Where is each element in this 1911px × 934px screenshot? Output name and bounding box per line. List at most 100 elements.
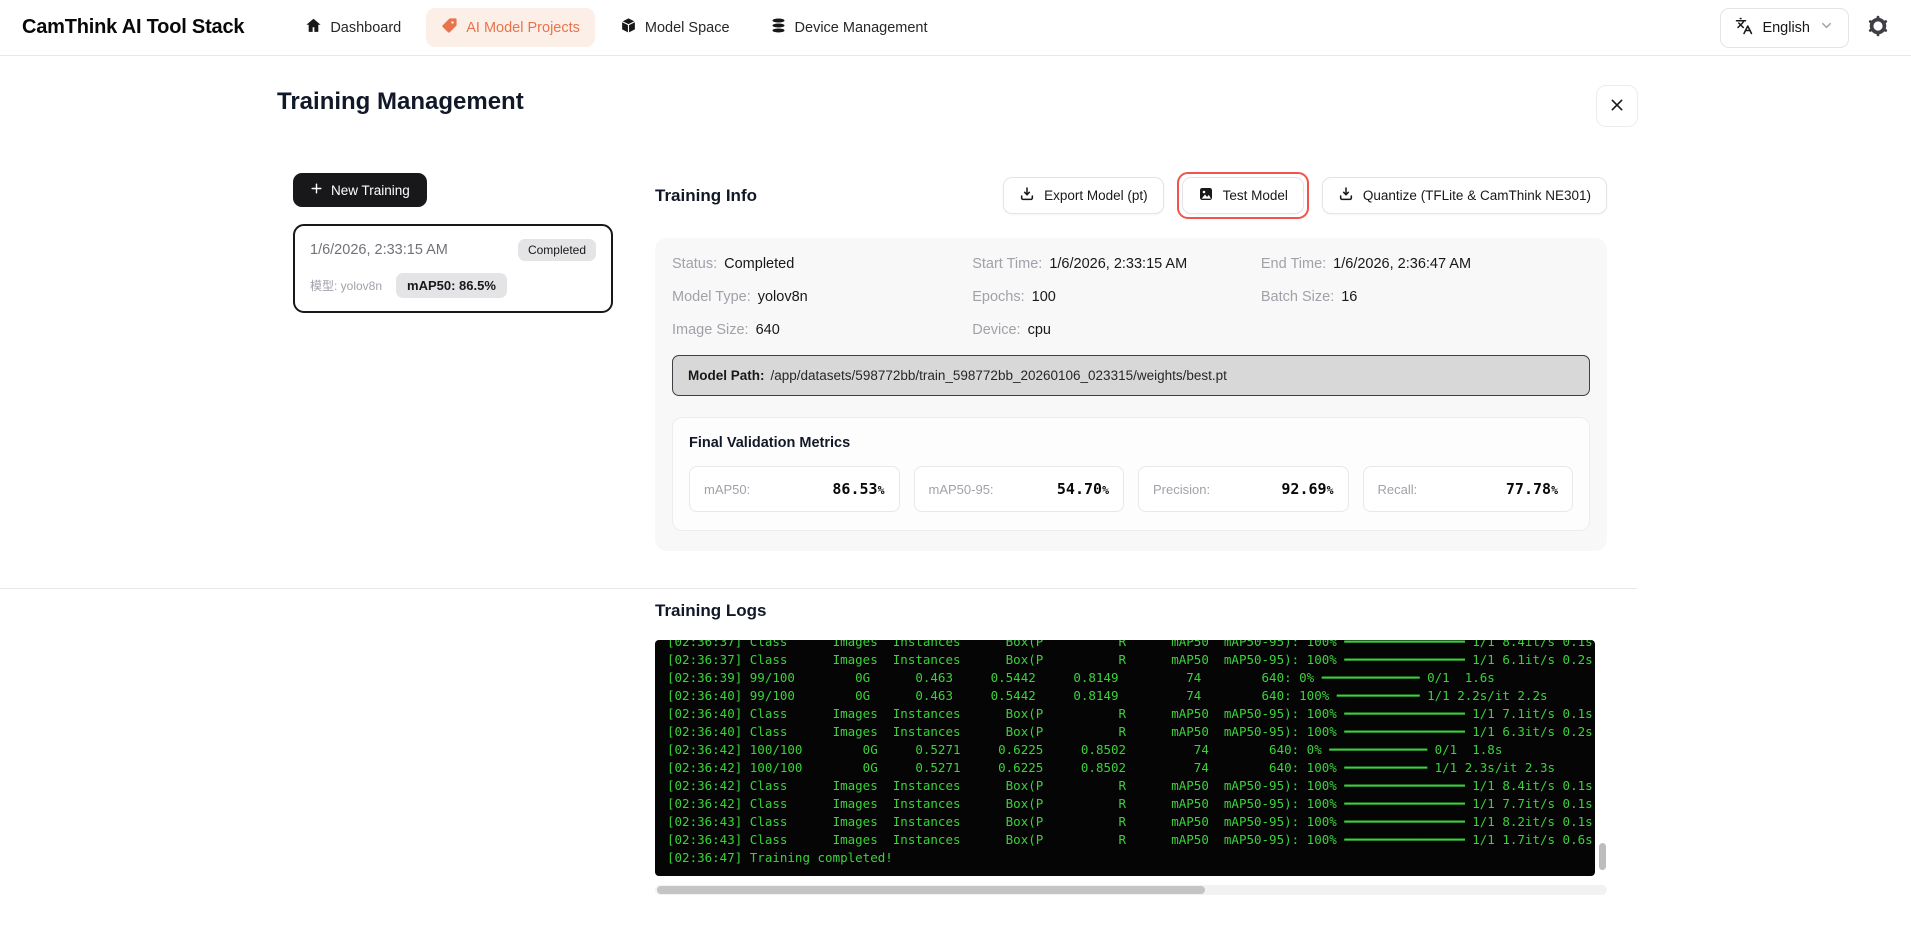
final-validation-metrics-card: Final Validation Metrics mAP50: 86.53% m… bbox=[672, 417, 1590, 531]
nav-item-label: Device Management bbox=[794, 19, 928, 36]
training-info-section: Training Info Export Model (pt) Test Mod… bbox=[655, 172, 1637, 551]
app-brand: CamThink AI Tool Stack bbox=[22, 16, 245, 38]
logs-horizontal-scrollbar-track[interactable] bbox=[655, 885, 1607, 895]
log-line: [02:36:43] Class Images Instances Box(P … bbox=[667, 832, 1593, 847]
training-info-heading: Training Info bbox=[655, 185, 757, 205]
field-label: Status: bbox=[672, 256, 718, 272]
field-device: Device: cpu bbox=[972, 322, 1261, 338]
nav-item-label: Dashboard bbox=[330, 19, 402, 36]
package-icon bbox=[620, 17, 637, 38]
field-label: End Time: bbox=[1260, 256, 1327, 272]
field-value: Completed bbox=[724, 256, 795, 272]
quantize-button[interactable]: Quantize (TFLite & CamThink NE301) bbox=[1321, 177, 1607, 214]
test-model-highlight-annotation: Test Model bbox=[1176, 172, 1309, 219]
field-value: yolov8n bbox=[757, 289, 808, 305]
metric-value: 77.78% bbox=[1505, 480, 1558, 498]
new-training-label: New Training bbox=[331, 182, 410, 198]
metric-label: mAP50: bbox=[704, 481, 751, 497]
page-title: Training Management bbox=[277, 88, 524, 115]
metric-map50-95: mAP50-95: 54.70% bbox=[913, 466, 1124, 512]
log-line: [02:36:40] 99/100 0G 0.463 0.5442 0.8149… bbox=[667, 688, 1548, 703]
app-window: CamThink AI Tool Stack Dashboard AI Mode… bbox=[0, 0, 1911, 934]
map50-badge: mAP50: 86.5% bbox=[396, 273, 507, 298]
new-training-button[interactable]: New Training bbox=[293, 173, 427, 207]
field-value: cpu bbox=[1027, 322, 1051, 338]
training-logs-section: Training Logs [02:36:37] Class Images In… bbox=[655, 601, 1637, 895]
test-model-button[interactable]: Test Model bbox=[1181, 177, 1304, 214]
nav-item-device-management[interactable]: Device Management bbox=[755, 8, 943, 47]
translate-icon bbox=[1735, 17, 1753, 39]
field-end-time: End Time: 1/6/2026, 2:36:47 AM bbox=[1261, 256, 1590, 272]
field-label: Batch Size: bbox=[1260, 289, 1335, 305]
log-line: [02:36:42] 100/100 0G 0.5271 0.6225 0.85… bbox=[667, 742, 1503, 757]
field-value: 1/6/2026, 2:33:15 AM bbox=[1049, 256, 1188, 272]
log-line: [02:36:43] Class Images Instances Box(P … bbox=[667, 814, 1593, 829]
log-line: [02:36:42] 100/100 0G 0.5271 0.6225 0.85… bbox=[667, 760, 1556, 775]
field-label: Device: bbox=[972, 322, 1021, 338]
tag-icon bbox=[441, 17, 458, 38]
training-info-card: Status: Completed Start Time: 1/6/2026, 2:… bbox=[655, 238, 1607, 551]
field-epochs: Epochs: 100 bbox=[972, 289, 1261, 305]
field-label: Image Size: bbox=[672, 322, 749, 338]
log-line: [02:36:40] Class Images Instances Box(P … bbox=[667, 706, 1593, 721]
field-start-time: Start Time: 1/6/2026, 2:33:15 AM bbox=[972, 256, 1261, 272]
action-buttons: Export Model (pt) Test Model Quantize (T… bbox=[1003, 172, 1607, 219]
field-label: Epochs: bbox=[972, 289, 1025, 305]
language-selector[interactable]: English bbox=[1720, 7, 1849, 48]
training-logs-heading: Training Logs bbox=[655, 601, 767, 620]
field-model-type: Model Type: yolov8n bbox=[672, 289, 972, 305]
log-line: [02:36:39] 99/100 0G 0.463 0.5442 0.8149… bbox=[667, 670, 1495, 685]
metric-map50: mAP50: 86.53% bbox=[689, 466, 900, 512]
terminal-vertical-scrollbar[interactable] bbox=[1599, 843, 1606, 870]
log-line: [02:36:40] Class Images Instances Box(P … bbox=[667, 724, 1593, 739]
field-value: 640 bbox=[755, 322, 780, 338]
training-run-model-label: 模型: yolov8n bbox=[310, 279, 383, 293]
metric-label: Recall: bbox=[1377, 481, 1418, 497]
nav-item-label: AI Model Projects bbox=[466, 19, 580, 36]
model-path-label: Model Path: bbox=[688, 368, 765, 383]
training-info-grid: Status: Completed Start Time: 1/6/2026, 2:… bbox=[672, 256, 1590, 338]
nav-item-model-space[interactable]: Model Space bbox=[605, 8, 745, 47]
plus-icon bbox=[310, 182, 323, 198]
metric-label: Precision: bbox=[1153, 481, 1211, 497]
field-image-size: Image Size: 640 bbox=[672, 322, 972, 338]
logs-horizontal-scrollbar-thumb[interactable] bbox=[657, 886, 1205, 894]
field-label: Model Type: bbox=[672, 289, 751, 305]
section-divider bbox=[0, 588, 1637, 589]
field-status: Status: Completed bbox=[672, 256, 972, 272]
home-icon bbox=[305, 17, 322, 38]
quantize-label: Quantize (TFLite & CamThink NE301) bbox=[1362, 188, 1591, 203]
image-icon bbox=[1198, 186, 1214, 205]
metric-label: mAP50-95: bbox=[928, 481, 994, 497]
metric-recall: Recall: 77.78% bbox=[1362, 466, 1573, 512]
language-label: English bbox=[1762, 19, 1810, 36]
main-nav: Dashboard AI Model Projects Model Space … bbox=[290, 8, 942, 47]
status-badge: Completed bbox=[517, 239, 596, 261]
log-line: [02:36:37] Class Images Instances Box(P … bbox=[667, 640, 1593, 649]
training-run-card[interactable]: 1/6/2026, 2:33:15 AM Completed 模型: yolov… bbox=[293, 224, 613, 313]
database-icon bbox=[770, 17, 787, 38]
log-line: [02:36:47] Training completed! bbox=[667, 850, 893, 865]
metric-precision: Precision: 92.69% bbox=[1138, 466, 1349, 512]
field-label: Start Time: bbox=[972, 256, 1043, 272]
nav-item-ai-model-projects[interactable]: AI Model Projects bbox=[426, 8, 595, 47]
settings-button[interactable] bbox=[1867, 15, 1889, 40]
export-model-button[interactable]: Export Model (pt) bbox=[1003, 177, 1164, 214]
download-icon bbox=[1338, 186, 1354, 205]
training-log-terminal[interactable]: [02:36:37] Class Images Instances Box(P … bbox=[655, 640, 1595, 876]
training-list-sidebar: New Training 1/6/2026, 2:33:15 AM Comple… bbox=[293, 173, 613, 313]
chevron-down-icon bbox=[1819, 18, 1834, 37]
metrics-heading: Final Validation Metrics bbox=[689, 435, 851, 451]
close-button[interactable] bbox=[1596, 85, 1638, 127]
model-path-box: Model Path: /app/datasets/598772bb/train… bbox=[672, 355, 1590, 396]
nav-item-dashboard[interactable]: Dashboard bbox=[290, 8, 416, 47]
log-line: [02:36:42] Class Images Instances Box(P … bbox=[667, 778, 1593, 793]
metric-value: 92.69% bbox=[1281, 480, 1334, 498]
test-model-label: Test Model bbox=[1222, 188, 1288, 203]
gear-icon bbox=[1867, 15, 1889, 40]
navbar-right: English bbox=[1720, 7, 1889, 48]
terminal-output: [02:36:37] Class Images Instances Box(P … bbox=[667, 640, 1593, 867]
field-value: 1/6/2026, 2:36:47 AM bbox=[1333, 256, 1472, 272]
metric-value: 54.70% bbox=[1056, 480, 1109, 498]
log-line: [02:36:37] Class Images Instances Box(P … bbox=[667, 652, 1593, 667]
